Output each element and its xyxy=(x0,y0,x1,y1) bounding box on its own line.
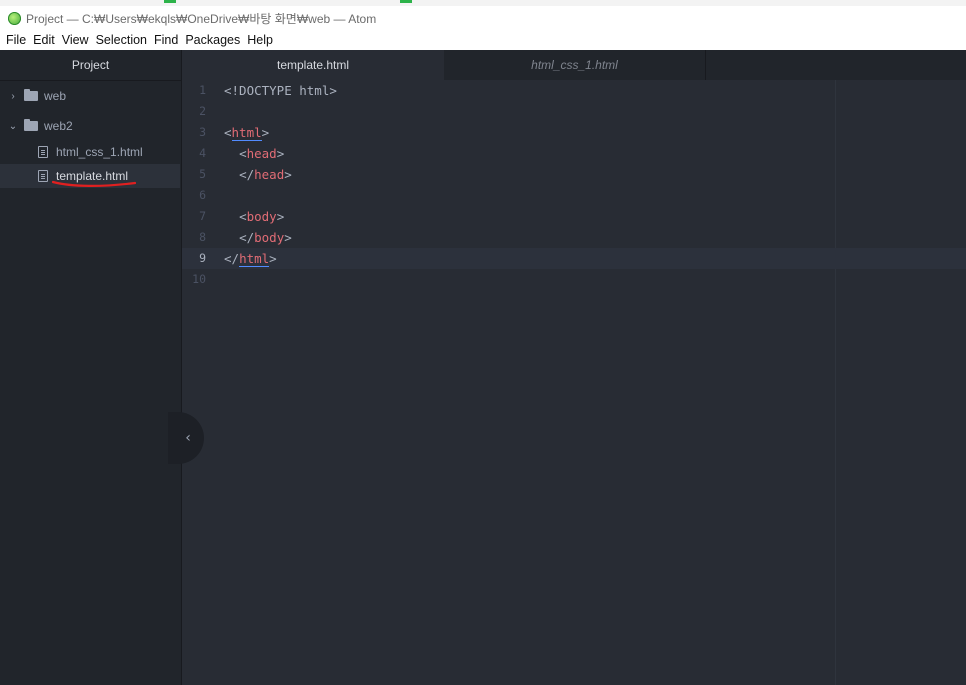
code-text: </html> xyxy=(224,251,277,267)
code-line-cursor: 9 </html> xyxy=(182,248,966,269)
tree-folder-web[interactable]: › web xyxy=(0,84,180,108)
tag-name: head xyxy=(246,146,277,161)
tag-name: html xyxy=(239,251,270,267)
code-text: <body> xyxy=(239,209,285,224)
folder-icon xyxy=(24,89,38,101)
code-line: 3 <html> xyxy=(182,122,966,143)
code-editor[interactable]: 1 <!DOCTYPE html> 2 3 <html> 4 <head> 5 … xyxy=(182,80,966,685)
menu-selection[interactable]: Selection xyxy=(96,33,147,47)
line-number: 7 xyxy=(199,209,206,223)
menu-find[interactable]: Find xyxy=(154,33,178,47)
tree-folder-label: web xyxy=(44,89,67,103)
atom-logo-icon xyxy=(8,11,21,25)
menu-view[interactable]: View xyxy=(62,33,89,47)
code-text: </head> xyxy=(239,167,292,182)
tab-bar: template.html html_css_1.html xyxy=(182,50,966,81)
file-text-icon xyxy=(38,170,48,182)
tab-template-html[interactable]: template.html xyxy=(182,50,444,80)
menu-packages[interactable]: Packages xyxy=(185,33,240,47)
line-number: 5 xyxy=(199,167,206,181)
browser-tab-favicon-2 xyxy=(400,0,412,3)
line-number: 4 xyxy=(199,146,206,160)
code-text: <head> xyxy=(239,146,285,161)
tag-name: head xyxy=(254,167,285,182)
red-annotation-underline xyxy=(52,180,136,187)
tag-name: html xyxy=(231,125,262,141)
line-number: 6 xyxy=(199,188,206,202)
code-text: <html> xyxy=(224,125,270,141)
line-number: 1 xyxy=(199,83,206,97)
code-line: 5 </head> xyxy=(182,164,966,185)
tree-file-label: html_css_1.html xyxy=(56,145,143,159)
tag-name: body xyxy=(254,230,285,245)
code-line: 10 xyxy=(182,269,966,290)
line-number: 10 xyxy=(192,272,206,286)
menu-edit[interactable]: Edit xyxy=(33,33,55,47)
menu-help[interactable]: Help xyxy=(247,33,273,47)
code-line: 4 <head> xyxy=(182,143,966,164)
code-line: 7 <body> xyxy=(182,206,966,227)
tab-html-css-1[interactable]: html_css_1.html xyxy=(444,50,706,80)
code-line: 2 xyxy=(182,101,966,122)
browser-tab-favicon-1 xyxy=(164,0,176,3)
menu-file[interactable]: File xyxy=(6,33,26,47)
title-bar: Project — C:₩Users₩ekqls₩OneDrive₩바탕 화면₩… xyxy=(0,6,966,30)
line-number: 8 xyxy=(199,230,206,244)
folder-icon xyxy=(24,119,38,131)
code-text: </body> xyxy=(239,230,292,245)
tree-folder-web2[interactable]: ⌄ web2 xyxy=(0,114,180,138)
line-number: 3 xyxy=(199,125,206,139)
line-number: 9 xyxy=(199,251,206,265)
code-line: 6 xyxy=(182,185,966,206)
chevron-down-icon: ⌄ xyxy=(8,120,18,132)
tree-file-html-css-1[interactable]: html_css_1.html xyxy=(0,140,180,164)
tree-folder-label: web2 xyxy=(44,119,73,133)
line-number: 2 xyxy=(199,104,206,118)
tree-header[interactable]: Project xyxy=(0,50,181,81)
code-line: 8 </body> xyxy=(182,227,966,248)
file-text-icon xyxy=(38,146,48,158)
project-tree: Project › web ⌄ web2 html_css_1.html tem… xyxy=(0,50,182,685)
code-text: <!DOCTYPE html> xyxy=(224,83,337,98)
tag-name: body xyxy=(246,209,277,224)
chevron-right-icon: › xyxy=(11,90,15,102)
code-line: 1 <!DOCTYPE html> xyxy=(182,80,966,101)
menu-bar: File Edit View Selection Find Packages H… xyxy=(0,30,966,50)
chevron-left-icon: ‹ xyxy=(185,430,191,446)
window-title: Project — C:₩Users₩ekqls₩OneDrive₩바탕 화면₩… xyxy=(26,11,377,26)
